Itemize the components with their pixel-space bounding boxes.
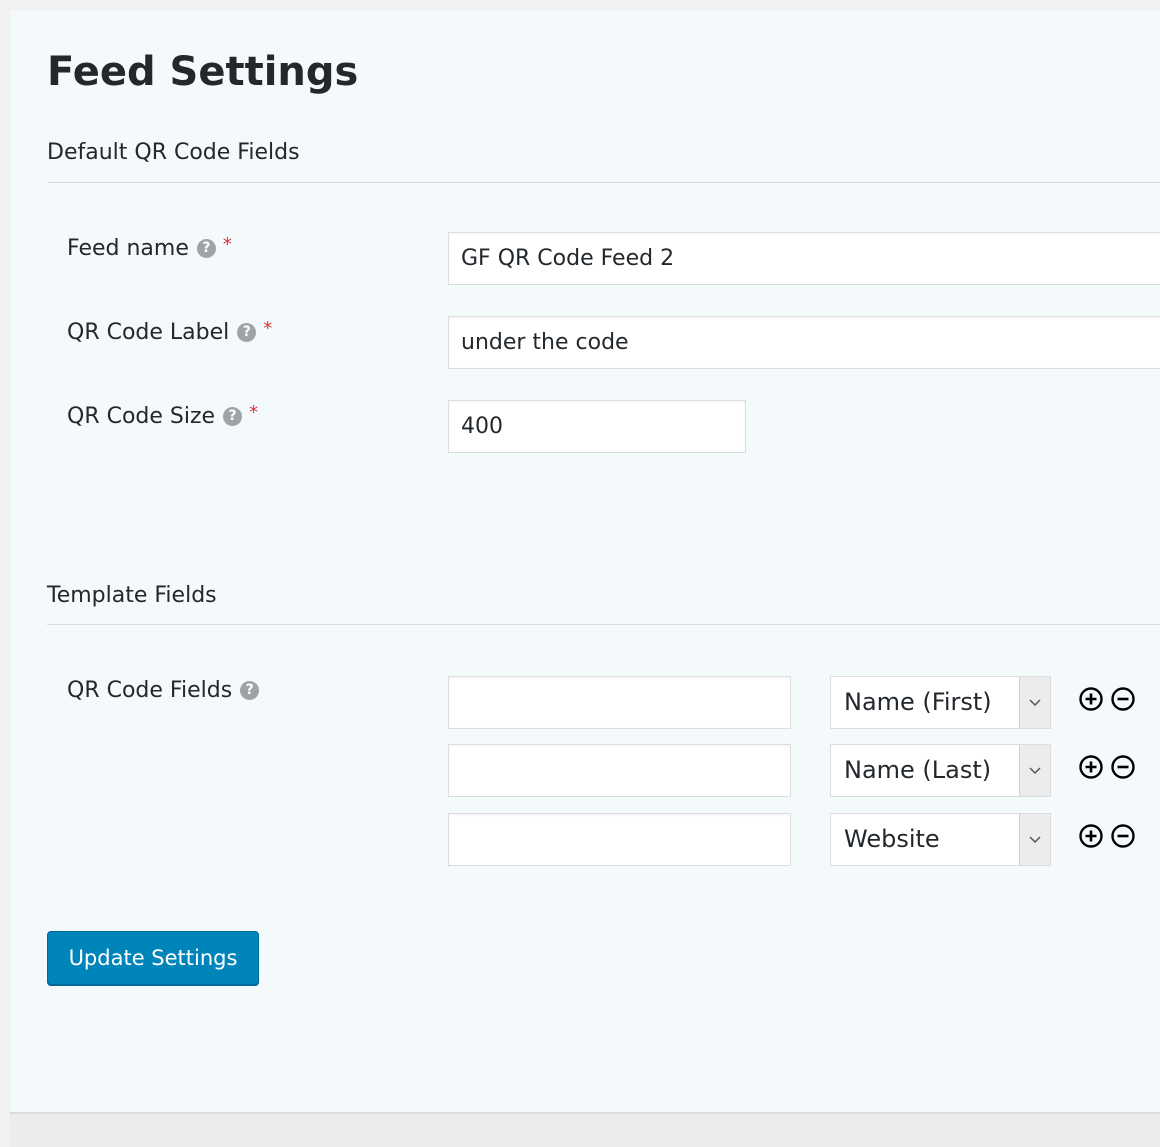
feed-name-input[interactable] [448, 232, 1160, 285]
chevron-down-icon[interactable] [1019, 677, 1050, 728]
qr-field-select[interactable]: Website [830, 813, 1051, 866]
plus-circle-icon[interactable] [1078, 754, 1104, 780]
feed-name-label: Feed name ? * [67, 234, 232, 261]
help-icon[interactable]: ? [196, 239, 216, 258]
chevron-down-icon[interactable] [1019, 745, 1050, 796]
update-settings-button[interactable]: Update Settings [47, 931, 259, 985]
qr-field-select[interactable]: Name (First) [830, 676, 1051, 729]
section-title-default-fields: Default QR Code Fields [47, 140, 300, 165]
feed-settings-panel: Feed Settings Default QR Code Fields Fee… [10, 10, 1160, 1112]
qr-code-size-label-text: QR Code Size [67, 404, 216, 429]
qr-field-key-input[interactable] [448, 813, 791, 866]
plus-circle-icon[interactable] [1078, 823, 1104, 849]
required-asterisk: * [222, 234, 232, 255]
qr-code-size-input[interactable] [448, 400, 746, 453]
section-title-template-fields: Template Fields [47, 583, 217, 608]
row-actions [1078, 686, 1136, 712]
required-asterisk: * [249, 402, 259, 423]
qr-code-label-label-text: QR Code Label [67, 320, 230, 345]
footer-bar [10, 1112, 1160, 1147]
qr-field-select-value: Name (First) [844, 688, 992, 716]
qr-code-size-label: QR Code Size ? * [67, 402, 259, 429]
qr-code-label-label: QR Code Label ? * [67, 318, 273, 345]
chevron-down-icon[interactable] [1019, 814, 1050, 865]
qr-code-label-input[interactable] [448, 316, 1160, 369]
row-actions [1078, 823, 1136, 849]
section-divider [47, 624, 1160, 625]
page-title: Feed Settings [47, 49, 359, 95]
feed-name-label-text: Feed name [67, 236, 189, 261]
minus-circle-icon[interactable] [1110, 823, 1136, 849]
help-icon[interactable]: ? [237, 323, 257, 342]
qr-code-fields-label-text: QR Code Fields [67, 678, 233, 703]
help-icon[interactable]: ? [240, 681, 260, 700]
qr-field-select-value: Website [844, 825, 940, 853]
qr-field-key-input[interactable] [448, 676, 791, 729]
required-asterisk: * [263, 318, 273, 339]
qr-code-fields-label: QR Code Fields ? [67, 678, 260, 703]
plus-circle-icon[interactable] [1078, 686, 1104, 712]
minus-circle-icon[interactable] [1110, 686, 1136, 712]
row-actions [1078, 754, 1136, 780]
help-icon[interactable]: ? [223, 407, 243, 426]
minus-circle-icon[interactable] [1110, 754, 1136, 780]
section-divider [47, 182, 1160, 183]
qr-field-key-input[interactable] [448, 744, 791, 797]
qr-field-select-value: Name (Last) [844, 756, 992, 784]
qr-field-select[interactable]: Name (Last) [830, 744, 1051, 797]
